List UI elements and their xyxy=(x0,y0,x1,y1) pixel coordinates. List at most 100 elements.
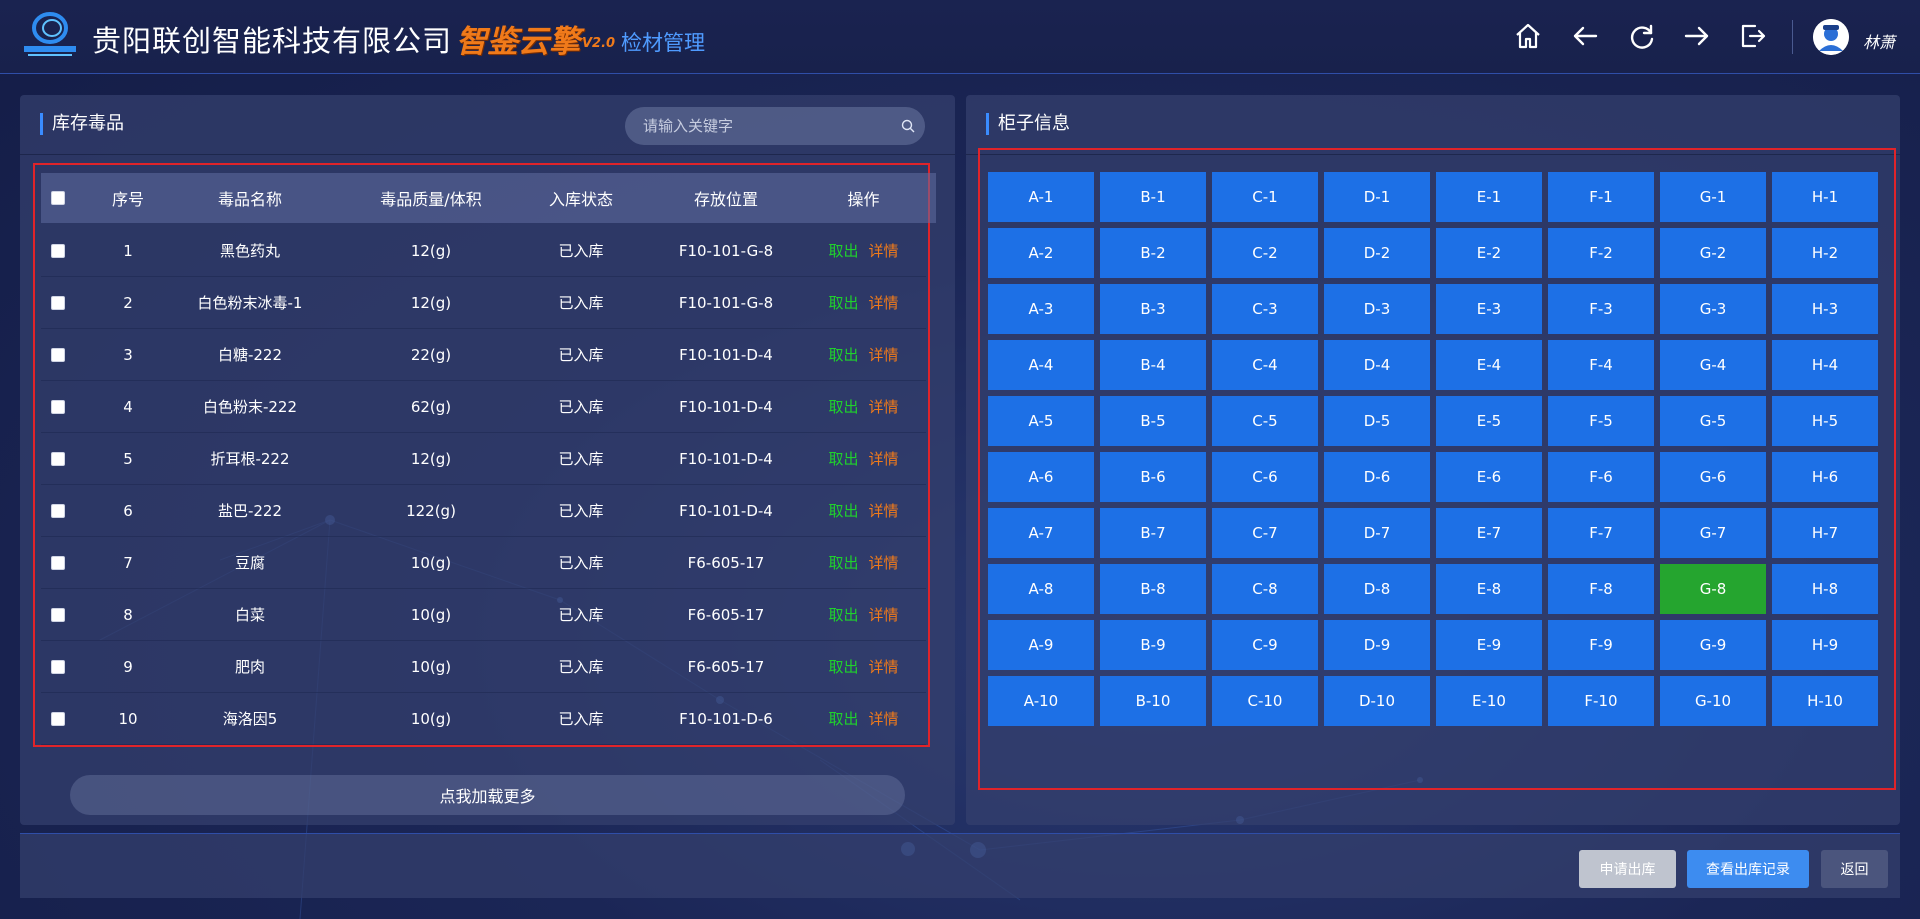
cabinet-cell-a-5[interactable]: A-5 xyxy=(988,396,1094,446)
load-more-button[interactable]: 点我加载更多 xyxy=(70,775,905,815)
cabinet-cell-f-8[interactable]: F-8 xyxy=(1548,564,1654,614)
cabinet-cell-e-3[interactable]: E-3 xyxy=(1436,284,1542,334)
forward-icon[interactable] xyxy=(1682,21,1712,51)
cabinet-cell-g-10[interactable]: G-10 xyxy=(1660,676,1766,726)
cabinet-cell-b-10[interactable]: B-10 xyxy=(1100,676,1206,726)
cabinet-cell-d-5[interactable]: D-5 xyxy=(1324,396,1430,446)
cabinet-cell-c-8[interactable]: C-8 xyxy=(1212,564,1318,614)
cabinet-cell-h-5[interactable]: H-5 xyxy=(1772,396,1878,446)
take-out-link[interactable]: 取出 xyxy=(828,448,858,469)
cabinet-cell-e-8[interactable]: E-8 xyxy=(1436,564,1542,614)
cabinet-cell-c-1[interactable]: C-1 xyxy=(1212,172,1318,222)
search-icon[interactable] xyxy=(901,119,915,133)
row-checkbox[interactable] xyxy=(51,503,65,518)
row-checkbox[interactable] xyxy=(51,295,65,310)
cabinet-cell-h-6[interactable]: H-6 xyxy=(1772,452,1878,502)
cabinet-cell-a-10[interactable]: A-10 xyxy=(988,676,1094,726)
cabinet-cell-g-1[interactable]: G-1 xyxy=(1660,172,1766,222)
detail-link[interactable]: 详情 xyxy=(869,396,899,417)
cabinet-cell-f-10[interactable]: F-10 xyxy=(1548,676,1654,726)
cabinet-cell-c-6[interactable]: C-6 xyxy=(1212,452,1318,502)
cabinet-cell-g-3[interactable]: G-3 xyxy=(1660,284,1766,334)
cabinet-cell-g-8[interactable]: G-8 xyxy=(1660,564,1766,614)
detail-link[interactable]: 详情 xyxy=(869,292,899,313)
detail-link[interactable]: 详情 xyxy=(869,500,899,521)
cabinet-cell-a-9[interactable]: A-9 xyxy=(988,620,1094,670)
select-all-checkbox[interactable] xyxy=(51,191,65,205)
cabinet-cell-b-8[interactable]: B-8 xyxy=(1100,564,1206,614)
refresh-icon[interactable] xyxy=(1627,21,1657,51)
cabinet-cell-f-6[interactable]: F-6 xyxy=(1548,452,1654,502)
take-out-link[interactable]: 取出 xyxy=(828,240,858,261)
cabinet-cell-f-1[interactable]: F-1 xyxy=(1548,172,1654,222)
cabinet-cell-c-10[interactable]: C-10 xyxy=(1212,676,1318,726)
cabinet-cell-h-1[interactable]: H-1 xyxy=(1772,172,1878,222)
row-checkbox[interactable] xyxy=(51,451,65,466)
cabinet-cell-e-6[interactable]: E-6 xyxy=(1436,452,1542,502)
take-out-link[interactable]: 取出 xyxy=(828,344,858,365)
cabinet-cell-d-8[interactable]: D-8 xyxy=(1324,564,1430,614)
cabinet-cell-c-7[interactable]: C-7 xyxy=(1212,508,1318,558)
cabinet-cell-f-3[interactable]: F-3 xyxy=(1548,284,1654,334)
cabinet-cell-g-7[interactable]: G-7 xyxy=(1660,508,1766,558)
cabinet-cell-d-1[interactable]: D-1 xyxy=(1324,172,1430,222)
take-out-link[interactable]: 取出 xyxy=(828,604,858,625)
cabinet-cell-b-4[interactable]: B-4 xyxy=(1100,340,1206,390)
cabinet-cell-h-4[interactable]: H-4 xyxy=(1772,340,1878,390)
cabinet-cell-h-8[interactable]: H-8 xyxy=(1772,564,1878,614)
row-checkbox[interactable] xyxy=(51,243,65,258)
cabinet-cell-a-3[interactable]: A-3 xyxy=(988,284,1094,334)
cabinet-cell-e-9[interactable]: E-9 xyxy=(1436,620,1542,670)
cabinet-cell-a-6[interactable]: A-6 xyxy=(988,452,1094,502)
cabinet-cell-g-9[interactable]: G-9 xyxy=(1660,620,1766,670)
cabinet-cell-f-9[interactable]: F-9 xyxy=(1548,620,1654,670)
cabinet-cell-h-10[interactable]: H-10 xyxy=(1772,676,1878,726)
cabinet-cell-c-4[interactable]: C-4 xyxy=(1212,340,1318,390)
cabinet-cell-d-2[interactable]: D-2 xyxy=(1324,228,1430,278)
row-checkbox[interactable] xyxy=(51,711,65,726)
take-out-link[interactable]: 取出 xyxy=(828,292,858,313)
cabinet-cell-f-4[interactable]: F-4 xyxy=(1548,340,1654,390)
cabinet-cell-d-6[interactable]: D-6 xyxy=(1324,452,1430,502)
cabinet-cell-f-5[interactable]: F-5 xyxy=(1548,396,1654,446)
take-out-link[interactable]: 取出 xyxy=(828,500,858,521)
cabinet-cell-d-7[interactable]: D-7 xyxy=(1324,508,1430,558)
cabinet-cell-e-1[interactable]: E-1 xyxy=(1436,172,1542,222)
cabinet-cell-b-2[interactable]: B-2 xyxy=(1100,228,1206,278)
cabinet-cell-c-9[interactable]: C-9 xyxy=(1212,620,1318,670)
cabinet-cell-a-1[interactable]: A-1 xyxy=(988,172,1094,222)
row-checkbox[interactable] xyxy=(51,607,65,622)
cabinet-cell-h-3[interactable]: H-3 xyxy=(1772,284,1878,334)
cabinet-cell-e-2[interactable]: E-2 xyxy=(1436,228,1542,278)
detail-link[interactable]: 详情 xyxy=(869,656,899,677)
apply-outbound-button[interactable]: 申请出库 xyxy=(1579,850,1676,888)
cabinet-cell-g-4[interactable]: G-4 xyxy=(1660,340,1766,390)
cabinet-cell-b-1[interactable]: B-1 xyxy=(1100,172,1206,222)
view-records-button[interactable]: 查看出库记录 xyxy=(1687,850,1809,888)
cabinet-cell-f-2[interactable]: F-2 xyxy=(1548,228,1654,278)
cabinet-cell-a-4[interactable]: A-4 xyxy=(988,340,1094,390)
cabinet-cell-c-2[interactable]: C-2 xyxy=(1212,228,1318,278)
detail-link[interactable]: 详情 xyxy=(869,448,899,469)
cabinet-cell-c-5[interactable]: C-5 xyxy=(1212,396,1318,446)
row-checkbox[interactable] xyxy=(51,659,65,674)
cabinet-cell-h-7[interactable]: H-7 xyxy=(1772,508,1878,558)
cabinet-cell-e-4[interactable]: E-4 xyxy=(1436,340,1542,390)
detail-link[interactable]: 详情 xyxy=(869,552,899,573)
cabinet-cell-d-3[interactable]: D-3 xyxy=(1324,284,1430,334)
back-icon[interactable] xyxy=(1570,21,1600,51)
detail-link[interactable]: 详情 xyxy=(869,240,899,261)
take-out-link[interactable]: 取出 xyxy=(828,552,858,573)
cabinet-cell-b-9[interactable]: B-9 xyxy=(1100,620,1206,670)
cabinet-cell-a-8[interactable]: A-8 xyxy=(988,564,1094,614)
cabinet-cell-a-7[interactable]: A-7 xyxy=(988,508,1094,558)
search-input[interactable] xyxy=(643,107,883,145)
cabinet-cell-d-4[interactable]: D-4 xyxy=(1324,340,1430,390)
search-box[interactable] xyxy=(625,107,925,145)
cabinet-cell-b-3[interactable]: B-3 xyxy=(1100,284,1206,334)
back-button[interactable]: 返回 xyxy=(1821,850,1888,888)
take-out-link[interactable]: 取出 xyxy=(828,656,858,677)
cabinet-cell-b-5[interactable]: B-5 xyxy=(1100,396,1206,446)
cabinet-cell-g-5[interactable]: G-5 xyxy=(1660,396,1766,446)
take-out-link[interactable]: 取出 xyxy=(828,396,858,417)
